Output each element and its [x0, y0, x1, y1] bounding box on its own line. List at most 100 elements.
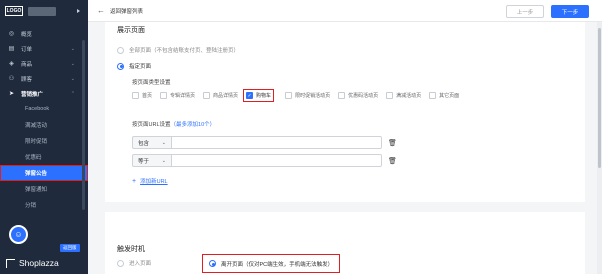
trash-icon[interactable]: 🗑	[388, 157, 397, 165]
checkbox-label: 限时促销活动页	[295, 93, 331, 99]
return-old-version-tag[interactable]: 返回版	[60, 244, 80, 252]
checkbox-box[interactable]	[285, 92, 293, 99]
trash-icon[interactable]: 🗑	[388, 139, 397, 147]
back-link[interactable]: 返回弹窗列表	[110, 7, 143, 15]
sub-item-full-reduction[interactable]: 满减活动	[0, 117, 88, 133]
checkbox-home[interactable]: 首页	[132, 92, 152, 99]
nav-label: 概览	[21, 31, 33, 38]
checkbox-box[interactable]	[203, 92, 211, 99]
radio-enter-page[interactable]: 进入页面	[117, 259, 151, 267]
order-icon: ▤	[8, 46, 15, 52]
page-type-label: 按页面类型设置	[132, 80, 171, 86]
checkbox-coupon[interactable]: 优惠码活动页	[338, 92, 378, 99]
radio-specific-pages[interactable]: 指定页面	[117, 62, 151, 70]
shoplazza-logo-icon	[6, 258, 15, 268]
nav-label: 营销推广	[21, 91, 44, 98]
radio-all-pages[interactable]: 全部页面（不包含结账支付页、登陆注册页）	[117, 46, 239, 54]
url-input[interactable]	[172, 136, 382, 149]
sub-item-coupon[interactable]: 优惠码	[0, 149, 88, 165]
match-value: 等于	[138, 158, 150, 165]
checkbox-label: 购物车	[256, 93, 272, 99]
back-arrow-icon[interactable]: ←	[97, 6, 105, 15]
radio-leave-page[interactable]: 离开页面（仅对PC端生效，手机端无法触发）	[201, 254, 341, 273]
trigger-timing-card: 触发时机 进入页面 离开页面（仅对PC端生效，手机端无法触发）	[105, 212, 585, 274]
checkbox-product-detail[interactable]: 商品详情页	[203, 92, 238, 99]
radio-label: 离开页面（仅对PC端生效，手机端无法触发）	[221, 261, 334, 268]
sidebar-scrollbar[interactable]	[82, 40, 85, 210]
checkbox-full-reduction[interactable]: 满减活动页	[386, 92, 421, 99]
main-content: 展示页面 全部页面（不包含结账支付页、登陆注册页） 指定页面 按页面类型设置 首…	[88, 22, 602, 274]
display-pages-card: 展示页面 全部页面（不包含结账支付页、登陆注册页） 指定页面 按页面类型设置 首…	[105, 22, 585, 202]
main-scrollbar[interactable]	[597, 22, 602, 274]
checkbox-box[interactable]	[132, 92, 139, 99]
caret-right-icon[interactable]	[77, 9, 80, 13]
sub-item-distribution[interactable]: 分销	[0, 197, 88, 213]
add-url-link[interactable]: + 添加新URL	[132, 177, 168, 186]
brand-name: Shoplazza	[19, 258, 59, 268]
plus-icon: +	[132, 177, 137, 185]
top-bar: ← 返回弹窗列表 上一步 下一步	[88, 0, 602, 22]
prev-step-button[interactable]: 上一步	[506, 5, 544, 18]
sub-item-popup-announcement[interactable]: 弹窗公告	[0, 165, 88, 181]
checkbox-other[interactable]: 其它页面	[429, 92, 459, 99]
product-icon: ◈	[9, 61, 14, 67]
radio-button[interactable]	[117, 259, 124, 267]
logo-row: LOGO	[0, 0, 88, 22]
customer-icon: ⚇	[8, 76, 15, 82]
chat-icon[interactable]: ☺	[9, 225, 28, 244]
sub-item-flash-sale[interactable]: 限时促销	[0, 133, 88, 149]
radio-button[interactable]	[209, 260, 216, 267]
chevron-up-icon: ⌃	[70, 90, 75, 97]
checkbox-label: 优惠码活动页	[348, 93, 379, 99]
nav-label: 订单	[21, 46, 33, 53]
brand-footer: Shoplazza	[0, 252, 88, 274]
checkbox-cart[interactable]: ✓ 购物车	[243, 89, 275, 102]
store-name-blurred[interactable]	[28, 6, 56, 16]
nav-item-products[interactable]: ◈ 商品 ⌄	[0, 56, 88, 71]
checkbox-box[interactable]	[338, 92, 346, 99]
checkbox-box[interactable]	[386, 92, 394, 99]
nav-item-customers[interactable]: ⚇ 顾客 ⌄	[0, 71, 88, 86]
section-title: 展示页面	[117, 27, 145, 34]
nav-item-overview[interactable]: ◎ 概览	[0, 26, 88, 41]
match-select[interactable]: 包含 ⌄	[132, 136, 172, 149]
match-select[interactable]: 等于 ⌄	[132, 154, 172, 167]
radio-label: 全部页面（不包含结账支付页、登陆注册页）	[129, 48, 240, 54]
page-type-checkboxes: 首页 专辑详情页 商品详情页 ✓ 购物车 限时促销活动页 优惠码活动页 满减活动…	[132, 89, 467, 102]
chevron-down-icon: ⌄	[161, 157, 166, 164]
checkbox-label: 满减活动页	[396, 93, 422, 99]
radio-button[interactable]	[117, 62, 124, 70]
dashboard-icon: ◎	[8, 31, 15, 37]
nav-label: 商品	[21, 61, 33, 68]
scrollbar-thumb[interactable]	[598, 28, 601, 168]
logo: LOGO	[5, 6, 23, 16]
checkbox-box[interactable]	[429, 92, 437, 99]
nav-item-marketing[interactable]: ➤ 营销推广 ⌃	[0, 86, 88, 101]
checkbox-box[interactable]	[160, 92, 168, 99]
url-input[interactable]	[172, 154, 382, 167]
checkbox-label: 专辑详情页	[170, 93, 196, 99]
url-label-text: 按页面URL设置	[132, 122, 171, 128]
radio-label: 进入页面	[129, 261, 152, 267]
marketing-icon: ➤	[8, 91, 15, 97]
checkbox-label: 商品详情页	[213, 93, 239, 99]
section-title: 触发时机	[117, 246, 145, 253]
nav-label: 顾客	[21, 76, 33, 83]
chevron-down-icon: ⌄	[70, 75, 75, 82]
checkbox-flash-sale[interactable]: 限时促销活动页	[285, 92, 330, 99]
url-rule-row: 包含 ⌄ 🗑	[132, 136, 397, 149]
chevron-down-icon: ⌄	[70, 60, 75, 67]
sub-item-popup-notice[interactable]: 弹窗通知	[0, 181, 88, 197]
chevron-down-icon: ⌄	[161, 139, 166, 146]
next-step-button[interactable]: 下一步	[551, 5, 589, 18]
radio-button[interactable]	[117, 46, 124, 54]
sub-item-facebook[interactable]: Facebook	[0, 101, 88, 117]
nav-item-orders[interactable]: ▤ 订单 ⌄	[0, 41, 88, 56]
chevron-down-icon: ⌄	[70, 45, 75, 52]
checkbox-collection-detail[interactable]: 专辑详情页	[160, 92, 195, 99]
url-setting-label: 按页面URL设置（最多添加10个）	[132, 120, 215, 128]
checkbox-label: 其它页面	[439, 93, 460, 99]
check-icon[interactable]: ✓	[246, 92, 254, 99]
match-value: 包含	[138, 140, 150, 147]
url-limit-hint: （最多添加10个）	[170, 122, 216, 128]
